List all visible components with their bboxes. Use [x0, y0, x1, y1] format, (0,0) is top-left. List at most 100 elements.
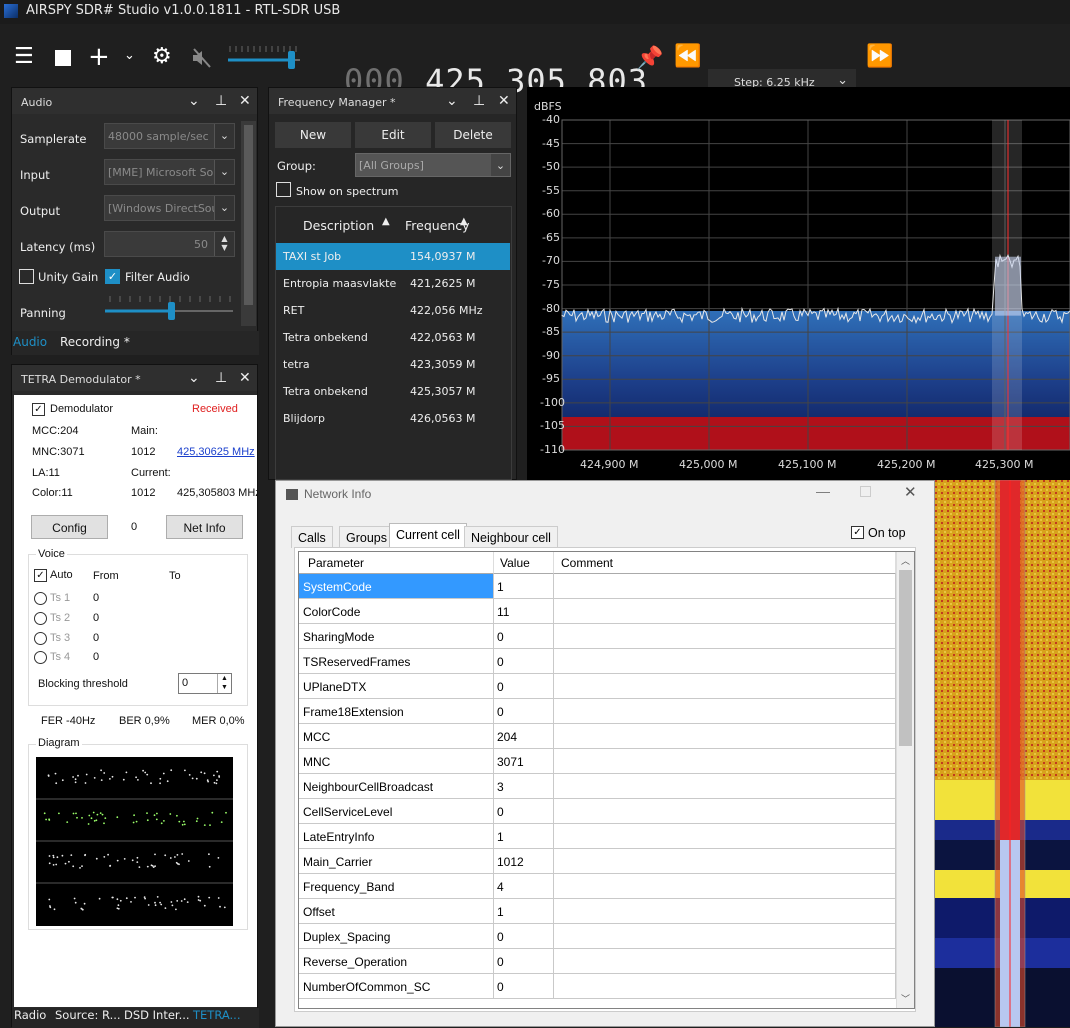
show-on-spectrum-checkbox[interactable]: [276, 182, 291, 197]
frequency-list-item[interactable]: Tetra onbekend 422,0563 M: [276, 324, 510, 351]
frequency-list-item[interactable]: Entropia maasvlakte 421,2625 M: [276, 270, 510, 297]
tab-dsd[interactable]: DSD Inter...: [124, 1008, 190, 1022]
grid-row[interactable]: MCC 204: [299, 724, 896, 749]
spinner-icon[interactable]: ▲ ▼: [214, 232, 234, 256]
grid-row[interactable]: Frame18Extension 0: [299, 699, 896, 724]
chevron-down-icon[interactable]: ⌄: [188, 93, 200, 109]
tab-current-cell[interactable]: Current cell: [389, 523, 467, 548]
param-comment: [554, 774, 896, 798]
input-select[interactable]: [MME] Microsoft So ⌄: [104, 159, 235, 185]
grid-row[interactable]: CellServiceLevel 0: [299, 799, 896, 824]
column-description[interactable]: Description: [303, 218, 374, 233]
scrollbar-thumb[interactable]: [899, 570, 912, 746]
close-icon[interactable]: ✕: [239, 93, 251, 109]
spinner-icon[interactable]: ▲ ▼: [217, 674, 231, 693]
auto-checkbox[interactable]: ✓: [34, 569, 47, 582]
param-value: 3071: [494, 749, 554, 773]
tab-groups[interactable]: Groups: [339, 526, 394, 548]
rewind-icon[interactable]: ⏪: [674, 44, 701, 69]
current-label: Current:: [131, 467, 171, 479]
filter-audio-checkbox[interactable]: ✓: [105, 269, 120, 284]
grid-row[interactable]: Reverse_Operation 0: [299, 949, 896, 974]
frequency-list-item[interactable]: Tetra onbekend 425,3057 M: [276, 378, 510, 405]
grid-row[interactable]: ColorCode 11: [299, 599, 896, 624]
minimize-icon[interactable]: —: [816, 483, 830, 499]
tab-tetra[interactable]: TETRA...: [193, 1008, 240, 1022]
grid-row[interactable]: NumberOfCommon_SC 0: [299, 974, 896, 999]
blocking-threshold-input[interactable]: 0 ▲ ▼: [178, 673, 232, 694]
chevron-down-icon[interactable]: ⌄: [446, 93, 458, 109]
menu-icon[interactable]: ☰: [14, 44, 34, 69]
scroll-down-icon[interactable]: ﹀: [901, 992, 910, 1005]
plus-icon[interactable]: +: [88, 42, 110, 72]
tab-source[interactable]: Source: R...: [55, 1008, 121, 1022]
scroll-up-icon[interactable]: ︿: [901, 554, 910, 567]
header-parameter[interactable]: Parameter: [299, 552, 494, 574]
main-frequency-link[interactable]: 425,30625 MHz: [177, 446, 255, 458]
frequency-list-item[interactable]: TAXI st Job 154,0937 M: [276, 243, 510, 270]
grid-row[interactable]: NeighbourCellBroadcast 3: [299, 774, 896, 799]
output-select[interactable]: [Windows DirectSou ⌄: [104, 195, 235, 221]
ts2-radio[interactable]: [34, 612, 47, 625]
entry-frequency: 423,3059 M: [410, 358, 476, 371]
header-comment[interactable]: Comment: [554, 552, 896, 574]
fast-forward-icon[interactable]: ⏩: [866, 44, 893, 69]
delete-button[interactable]: Delete: [435, 122, 511, 148]
pin-icon[interactable]: ⊥: [215, 370, 227, 386]
edit-button[interactable]: Edit: [355, 122, 431, 148]
ts1-radio[interactable]: [34, 592, 47, 605]
close-icon[interactable]: ✕: [904, 483, 917, 501]
grid-row[interactable]: SystemCode 1: [299, 574, 896, 599]
grid-row[interactable]: MNC 3071: [299, 749, 896, 774]
on-top-checkbox[interactable]: ✓: [851, 526, 864, 539]
close-icon[interactable]: ✕: [498, 93, 510, 109]
grid-row[interactable]: UPlaneDTX 0: [299, 674, 896, 699]
grid-row[interactable]: Offset 1: [299, 899, 896, 924]
x-tick-label: 425,000 M: [679, 458, 738, 471]
waterfall-display[interactable]: [935, 480, 1070, 1027]
grid-row[interactable]: Main_Carrier 1012: [299, 849, 896, 874]
grid-scrollbar[interactable]: ︿ ﹀: [896, 552, 914, 1008]
group-select[interactable]: [All Groups] ⌄: [355, 153, 511, 177]
net-info-button[interactable]: Net Info: [166, 515, 243, 539]
ts4-radio[interactable]: [34, 651, 47, 664]
frequency-manager-header: Frequency Manager * ⌄ ⊥ ✕: [269, 88, 516, 114]
grid-row[interactable]: Frequency_Band 4: [299, 874, 896, 899]
pin-icon[interactable]: 📌: [636, 46, 663, 71]
frequency-list-item[interactable]: tetra 423,3059 M: [276, 351, 510, 378]
entry-description: Tetra onbekend: [283, 385, 368, 398]
stop-icon[interactable]: [55, 50, 71, 66]
header-value[interactable]: Value: [494, 552, 554, 574]
demodulator-checkbox[interactable]: ✓: [32, 403, 45, 416]
new-button[interactable]: New: [275, 122, 351, 148]
speaker-muted-icon[interactable]: [190, 46, 214, 76]
close-icon[interactable]: ✕: [239, 370, 251, 386]
chevron-down-icon[interactable]: ⌄: [188, 370, 200, 386]
latency-input[interactable]: 50 ▲ ▼: [104, 231, 235, 257]
tab-calls[interactable]: Calls: [291, 526, 333, 548]
config-button[interactable]: Config: [31, 515, 108, 539]
grid-row[interactable]: TSReservedFrames 0: [299, 649, 896, 674]
audio-scrollbar[interactable]: [241, 121, 256, 326]
tab-neighbour-cell[interactable]: Neighbour cell: [464, 526, 558, 548]
unity-gain-checkbox[interactable]: [19, 269, 34, 284]
grid-row[interactable]: SharingMode 0: [299, 624, 896, 649]
pin-icon[interactable]: ⊥: [215, 93, 227, 109]
gear-icon[interactable]: ⚙: [152, 44, 172, 69]
volume-slider[interactable]: [228, 40, 300, 80]
chevron-down-icon[interactable]: ⌄: [124, 48, 135, 63]
pin-icon[interactable]: ⊥: [473, 93, 485, 109]
tab-audio[interactable]: Audio: [13, 335, 47, 349]
maximize-icon[interactable]: [860, 486, 871, 497]
tab-recording[interactable]: Recording *: [60, 335, 130, 349]
frequency-list-item[interactable]: Blijdorp 426,0563 M: [276, 405, 510, 432]
ts2-value: 0: [93, 612, 100, 624]
samplerate-select[interactable]: 48000 sample/sec ⌄: [104, 123, 235, 149]
grid-row[interactable]: LateEntryInfo 1: [299, 824, 896, 849]
spectrum-display[interactable]: dBFS -40 -45 -50 -55 -60 -65 -70 -75 -80 -85 -90 -9…: [527, 87, 1070, 480]
grid-row[interactable]: Duplex_Spacing 0: [299, 924, 896, 949]
frequency-list-item[interactable]: RET 422,056 MHz: [276, 297, 510, 324]
panning-slider[interactable]: [105, 293, 233, 325]
ts3-radio[interactable]: [34, 632, 47, 645]
tab-radio[interactable]: Radio: [14, 1008, 46, 1022]
